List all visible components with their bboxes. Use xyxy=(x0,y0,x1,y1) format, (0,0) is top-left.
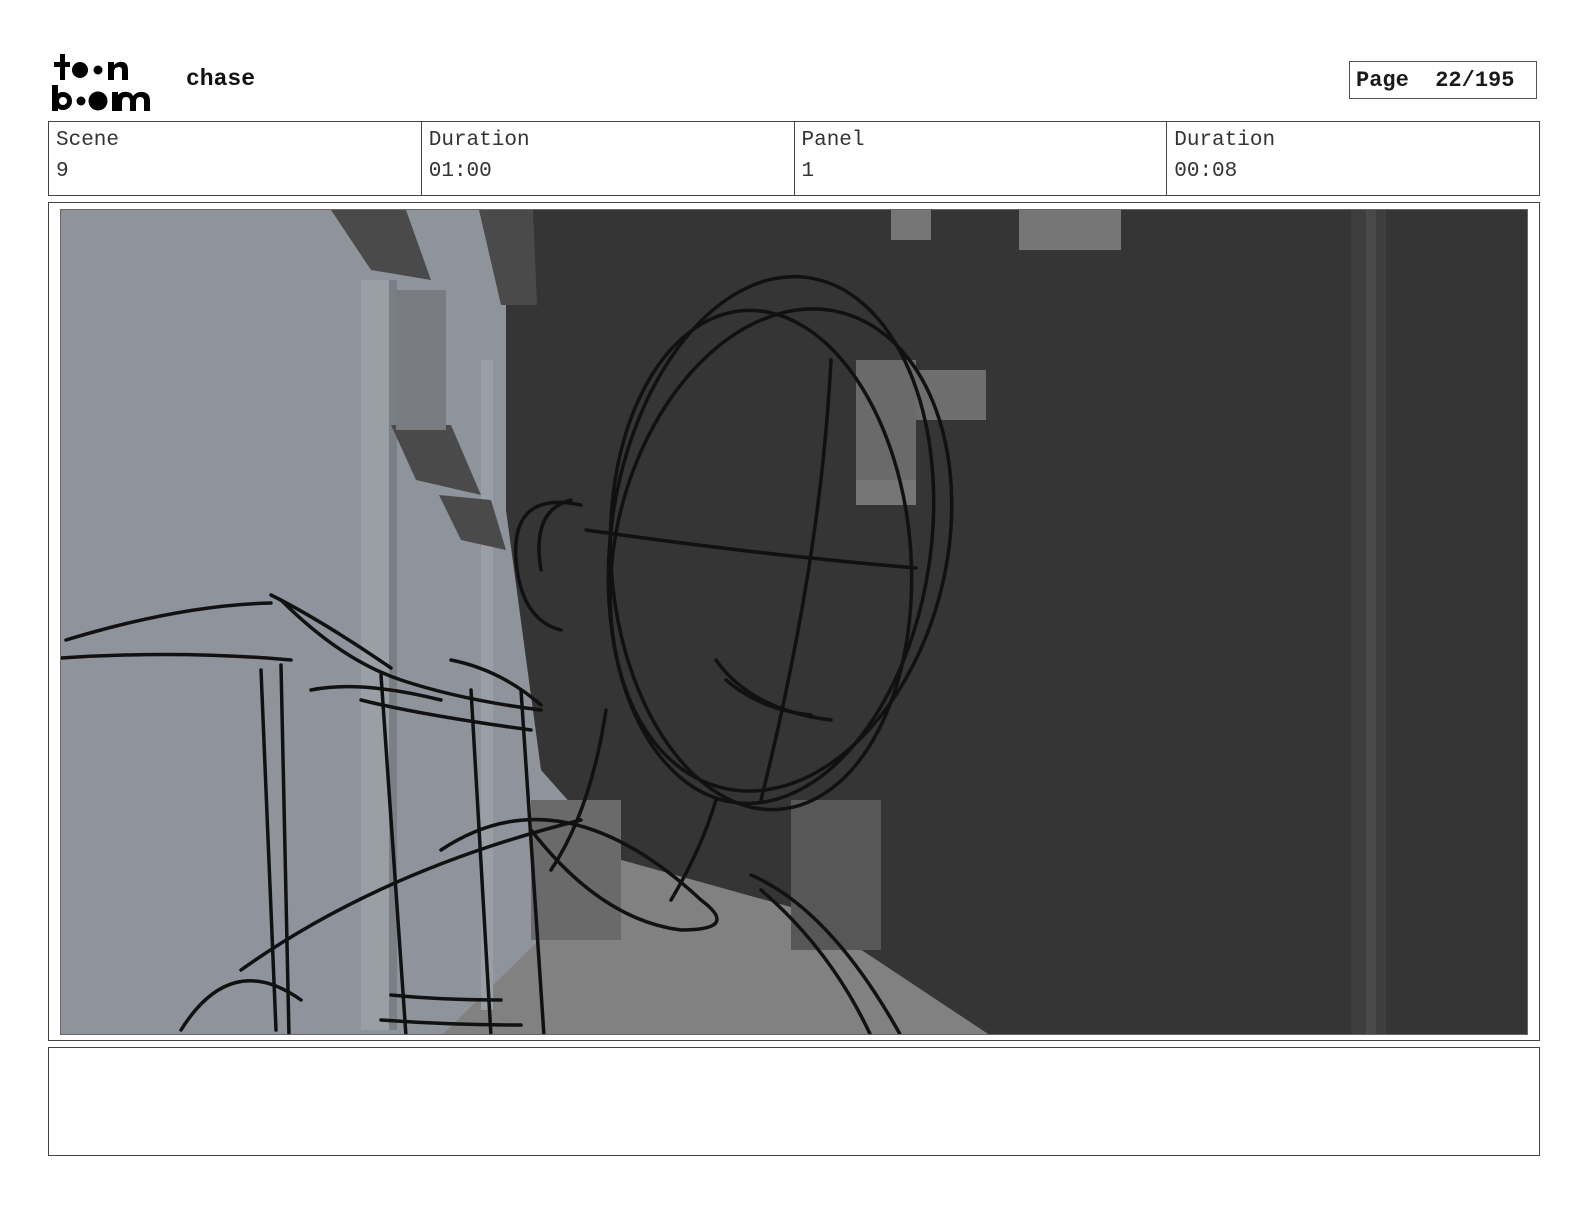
panel-value: 1 xyxy=(801,160,815,183)
scene-duration-value: 01:00 xyxy=(428,160,492,183)
page-label: Page xyxy=(1356,68,1409,93)
toon-boom-logo xyxy=(52,52,164,112)
panel-notes-box xyxy=(48,1047,1540,1156)
scene-label: Scene xyxy=(56,129,120,152)
panel-duration-cell: Duration 00:08 xyxy=(1167,122,1539,195)
page-indicator: Page 22/195 xyxy=(1349,61,1537,99)
scene-cell: Scene 9 xyxy=(49,122,422,195)
scene-value: 9 xyxy=(56,160,69,183)
panel-duration-value: 00:08 xyxy=(1174,160,1238,183)
panel-cell: Panel 1 xyxy=(795,122,1168,195)
page-number: 22/195 xyxy=(1435,68,1515,93)
panel-duration-label: Duration xyxy=(1174,129,1276,152)
scene-duration-cell: Duration 01:00 xyxy=(422,122,795,195)
scene-duration-label: Duration xyxy=(428,129,530,152)
document-title: chase xyxy=(186,66,256,92)
storyboard-panel-image xyxy=(60,209,1528,1035)
panel-label: Panel xyxy=(801,129,865,152)
scene-info-table: Scene 9 Duration 01:00 Panel 1 Duration … xyxy=(48,121,1540,196)
panel-sketch xyxy=(61,210,1527,1034)
